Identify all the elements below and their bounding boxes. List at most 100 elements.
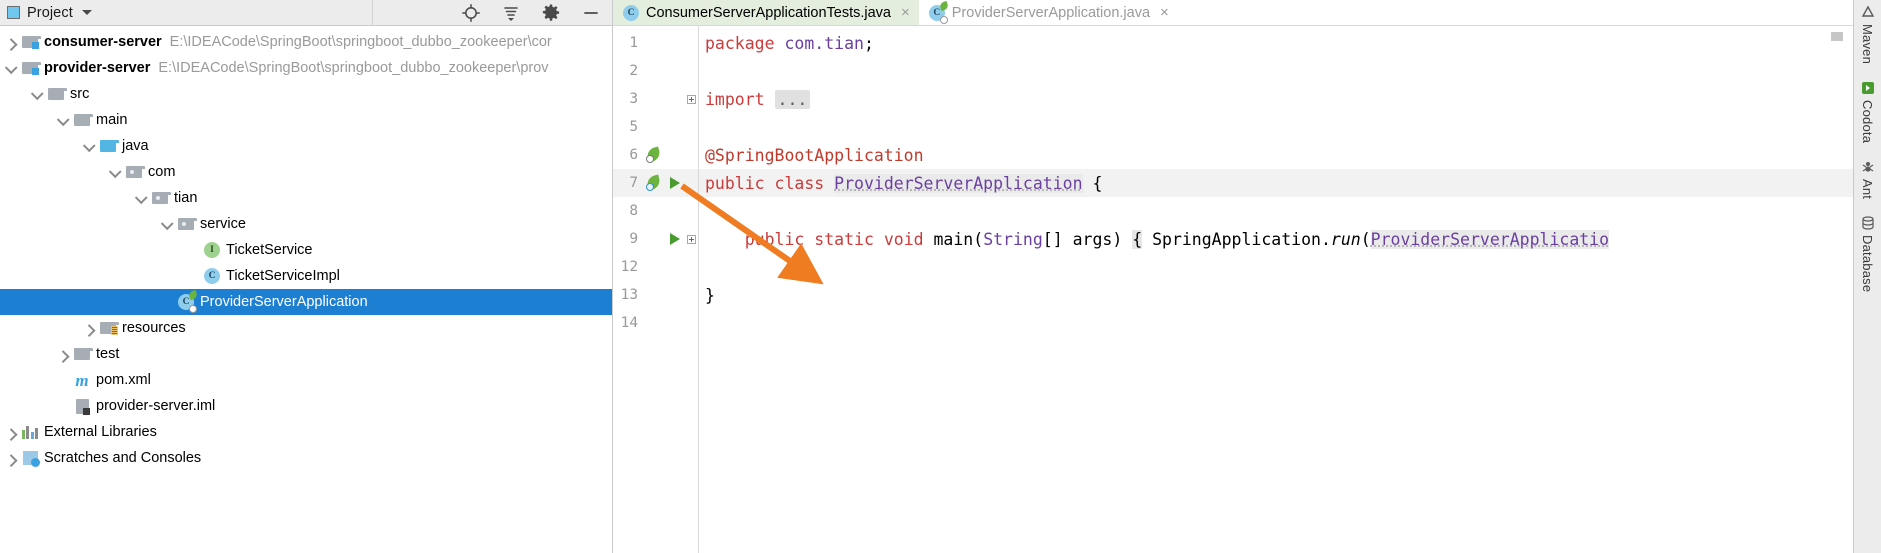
tree-item-icon: I <box>202 237 222 263</box>
tree-item-provider-server-iml[interactable]: provider-server.iml <box>0 393 612 419</box>
code-line-5[interactable] <box>699 113 1853 141</box>
editor-gutter[interactable]: 1 2 3 5 6 7 8 9 12 13 14 <box>613 26 699 553</box>
gutter-line-9[interactable]: 9 <box>613 225 698 253</box>
gutter-line-13[interactable]: 13 <box>613 281 698 309</box>
tree-item-tian[interactable]: tian <box>0 185 612 211</box>
right-toolbar-codota[interactable]: Codota <box>1860 80 1876 143</box>
tree-item-provider-server[interactable]: provider-server E:\IDEACode\SpringBoot\sp… <box>0 55 612 81</box>
code-line-7[interactable]: public class ProviderServerApplication { <box>699 169 1853 197</box>
spring-bean-gutter-icon[interactable] <box>642 174 665 191</box>
fold-toggle-icon[interactable] <box>685 94 699 104</box>
tree-item-ticketserviceimpl[interactable]: C TicketServiceImpl <box>0 263 612 289</box>
project-title-group[interactable]: Project <box>0 5 92 21</box>
folder-icon <box>48 88 67 100</box>
chevron-right-icon[interactable] <box>0 445 20 471</box>
gutter-line-1[interactable]: 1 <box>613 29 698 57</box>
tree-item-label: resources <box>122 320 186 336</box>
run-gutter-icon[interactable] <box>665 177 684 189</box>
tree-item-scratches-and-consoles[interactable]: Scratches and Consoles <box>0 445 612 471</box>
code-line-8[interactable] <box>699 197 1853 225</box>
code-line-9[interactable]: public static void main(String[] args) {… <box>699 225 1853 253</box>
project-tree: consumer-server E:\IDEACode\SpringBoot\sp… <box>0 26 612 471</box>
gutter-line-8[interactable]: 8 <box>613 197 698 225</box>
chevron-right-icon[interactable] <box>0 29 20 55</box>
chevron-down-icon[interactable] <box>156 211 176 237</box>
tree-item-label: tian <box>174 190 198 206</box>
right-toolbar-ant[interactable]: Ant <box>1860 159 1876 199</box>
gutter-line-12[interactable]: 12 <box>613 253 698 281</box>
minimize-icon[interactable] <box>580 2 602 24</box>
scratches-icon <box>22 451 40 467</box>
gutter-line-3[interactable]: 3 <box>613 85 698 113</box>
chevron-right-icon[interactable] <box>78 315 98 341</box>
tree-item-label: TicketServiceImpl <box>226 268 340 284</box>
chevron-down-icon[interactable] <box>26 81 46 107</box>
package-icon <box>126 166 145 178</box>
code-token: ProviderServerApplicatio <box>1370 229 1610 249</box>
code-token: public <box>705 229 815 249</box>
chevron-down-icon[interactable] <box>81 10 92 15</box>
settings-gear-icon[interactable] <box>540 2 562 24</box>
code-line-13[interactable]: } <box>699 281 1853 309</box>
locate-icon[interactable] <box>460 2 482 24</box>
code-token: void <box>883 229 934 249</box>
tree-item-main[interactable]: main <box>0 107 612 133</box>
chevron-right-icon[interactable] <box>0 419 20 445</box>
chevron-down-icon[interactable] <box>104 159 124 185</box>
run-gutter-icon[interactable] <box>665 233 684 245</box>
right-toolbar-maven[interactable]: Maven <box>1860 4 1876 64</box>
code-line-1[interactable]: package com.tian; <box>699 29 1853 57</box>
code-token: { <box>1082 173 1103 193</box>
tree-item-external-libraries[interactable]: External Libraries <box>0 419 612 445</box>
spring-bean-gutter-icon[interactable] <box>642 146 665 163</box>
external-libraries-icon <box>21 425 39 439</box>
fold-toggle-icon[interactable] <box>685 234 699 244</box>
package-icon <box>178 218 197 230</box>
ant-icon <box>1860 159 1876 175</box>
tree-item-java[interactable]: java <box>0 133 612 159</box>
gutter-line-6[interactable]: 6 <box>613 141 698 169</box>
code-line-3[interactable]: import ... <box>699 85 1853 113</box>
chevron-down-icon[interactable] <box>130 185 150 211</box>
editor-tab-2[interactable]: C ProviderServerApplication.java × <box>918 0 1178 25</box>
gutter-line-2[interactable]: 2 <box>613 57 698 85</box>
tree-item-resources[interactable]: resources <box>0 315 612 341</box>
module-folder-icon <box>22 36 41 49</box>
code-editor[interactable]: 1 2 3 5 6 7 8 9 12 13 14 package com.tian; import .… <box>613 26 1853 553</box>
tree-item-com[interactable]: com <box>0 159 612 185</box>
line-number: 12 <box>620 259 639 275</box>
code-line-12[interactable] <box>699 253 1853 281</box>
module-folder-icon <box>22 62 41 75</box>
collapse-all-icon[interactable] <box>500 2 522 24</box>
gutter-line-5[interactable]: 5 <box>613 113 698 141</box>
editor-code[interactable]: package com.tian; import ... @SpringBootAp… <box>699 26 1853 553</box>
gutter-line-7[interactable]: 7 <box>613 169 698 197</box>
tree-item-icon <box>124 159 145 185</box>
tree-item-consumer-server[interactable]: consumer-server E:\IDEACode\SpringBoot\sp… <box>0 29 612 55</box>
close-icon[interactable]: × <box>1160 5 1169 20</box>
chevron-right-icon[interactable] <box>52 341 72 367</box>
tree-item-test[interactable]: test <box>0 341 612 367</box>
tree-item-label: provider-server <box>44 60 151 76</box>
code-token: main <box>933 229 974 249</box>
chevron-down-icon[interactable] <box>0 55 20 81</box>
close-icon[interactable]: × <box>901 5 910 20</box>
tree-item-service[interactable]: service <box>0 211 612 237</box>
tree-item-icon <box>72 341 93 367</box>
editor-tab-1[interactable]: C ConsumerServerApplicationTests.java × <box>613 0 919 25</box>
code-line-6[interactable]: @SpringBootApplication <box>699 141 1853 169</box>
tree-item-pom-xml[interactable]: m pom.xml <box>0 367 612 393</box>
code-line-14[interactable] <box>699 309 1853 337</box>
tree-item-src[interactable]: src <box>0 81 612 107</box>
chevron-down-icon[interactable] <box>52 107 72 133</box>
code-line-2[interactable] <box>699 57 1853 85</box>
tree-item-path: E:\IDEACode\SpringBoot\springboot_dubbo_… <box>169 34 552 50</box>
chevron-down-icon[interactable] <box>78 133 98 159</box>
tree-item-icon <box>176 211 197 237</box>
tree-item-providerserverapplication[interactable]: C ProviderServerApplication <box>0 289 612 315</box>
gutter-line-14[interactable]: 14 <box>613 309 698 337</box>
tree-item-ticketservice[interactable]: I TicketService <box>0 237 612 263</box>
right-toolbar-database[interactable]: Database <box>1860 215 1876 293</box>
project-panel-header: Project <box>0 0 612 26</box>
code-token: ( <box>1360 229 1371 249</box>
